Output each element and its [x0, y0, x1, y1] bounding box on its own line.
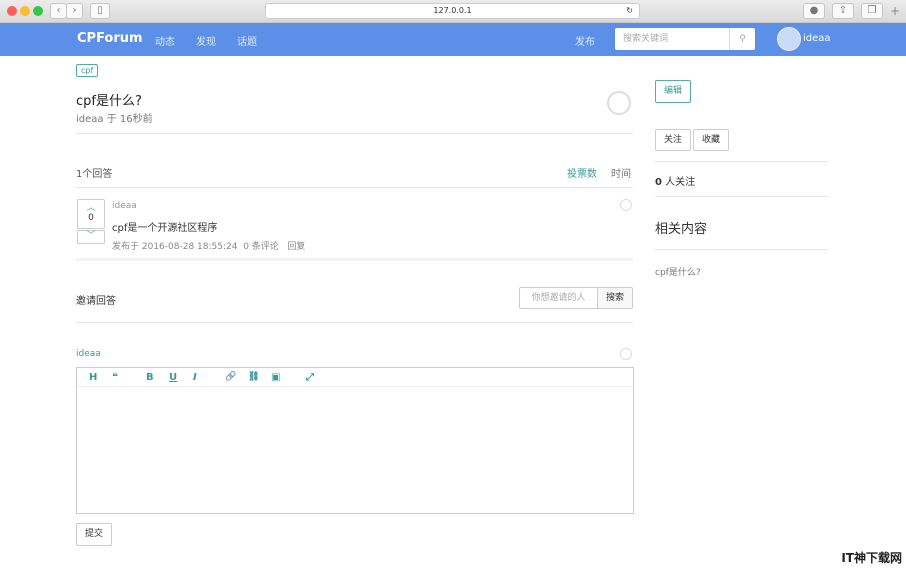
share-icon[interactable]: ⇪ [832, 3, 854, 19]
forward-button[interactable]: › [66, 3, 83, 19]
question-time: 于 16秒前 [106, 114, 153, 125]
follow-button[interactable]: 关注 [655, 129, 691, 151]
close-window-button[interactable] [7, 6, 17, 16]
search-input[interactable]: 搜索关键词 ⚲ [615, 28, 755, 50]
editor-avatar [620, 348, 632, 360]
sort-by-time[interactable]: 时间 [611, 165, 631, 180]
question-title: cpf是什么? [76, 94, 142, 109]
heading-icon[interactable]: H [89, 372, 97, 383]
new-tab-icon[interactable]: + [890, 4, 900, 18]
search-placeholder: 搜索关键词 [623, 34, 669, 44]
avatar[interactable] [777, 27, 801, 51]
answer-editor[interactable] [76, 367, 634, 514]
related-title: 相关内容 [655, 222, 708, 237]
nav-activity[interactable]: 动态 [155, 33, 175, 48]
answer-time: 发布于 2016-08-28 18:55:24 [112, 242, 238, 252]
edit-button[interactable]: 编辑 [655, 80, 691, 103]
sort-by-votes[interactable]: 投票数 [567, 165, 597, 180]
invite-search-button[interactable]: 搜索 [597, 287, 633, 309]
bold-icon[interactable]: B [146, 372, 154, 383]
comments-link[interactable]: 0 条评论 [243, 242, 279, 252]
sidebar-toggle-icon[interactable]: ▯ [90, 3, 110, 19]
browser-toolbar: ‹ › ▯ 127.0.0.1 ↻ ● ⇪ ❐ + [0, 0, 906, 23]
search-icon[interactable]: ⚲ [729, 28, 755, 50]
italic-icon[interactable]: I [193, 372, 197, 383]
brand-logo[interactable]: CPForum [77, 31, 143, 46]
publish-link[interactable]: 发布 [575, 33, 595, 48]
question-author[interactable]: ideaa [76, 114, 104, 125]
user-name[interactable]: ideaa [803, 33, 831, 44]
downvote-button[interactable]: ﹀ [77, 230, 105, 244]
quote-icon[interactable]: ❝ [112, 372, 118, 383]
minimize-window-button[interactable] [20, 6, 30, 16]
underline-icon[interactable]: U [169, 372, 177, 383]
fullscreen-icon[interactable]: ⤢ [306, 372, 314, 383]
question-tag[interactable]: cpf [76, 64, 99, 77]
followers-label: 人关注 [665, 177, 696, 188]
submit-button[interactable]: 提交 [76, 523, 112, 546]
reply-link[interactable]: 回复 [287, 242, 305, 252]
followers-count: 0 [655, 177, 662, 188]
url-text: 127.0.0.1 [433, 6, 472, 15]
vote-count: 0 [88, 213, 94, 223]
image-icon[interactable]: ▣ [271, 372, 280, 383]
answer-content: cpf是一个开源社区程序 [112, 223, 218, 234]
related-link[interactable]: cpf是什么? [655, 265, 701, 278]
answer-count: 1个回答 [76, 169, 113, 180]
watermark: IT神下载网 [841, 551, 902, 565]
unlink-icon[interactable]: ⛓ [248, 372, 259, 382]
answer-avatar [620, 199, 632, 211]
upvote-button[interactable]: ︿ 0 [77, 199, 105, 229]
download-icon[interactable]: ● [803, 3, 825, 19]
invite-label: 邀请回答 [76, 296, 116, 307]
maximize-window-button[interactable] [33, 6, 43, 16]
invite-input[interactable]: 你想邀请的人 [519, 287, 598, 309]
editor-user[interactable]: ideaa [76, 349, 101, 359]
reload-icon[interactable]: ↻ [626, 4, 633, 18]
collect-button[interactable]: 收藏 [693, 129, 729, 151]
nav-topics[interactable]: 话题 [237, 33, 257, 48]
tabs-icon[interactable]: ❐ [861, 3, 883, 19]
nav-discover[interactable]: 发现 [196, 33, 216, 48]
site-header: CPForum 动态 发现 话题 发布 搜索关键词 ⚲ ideaa [0, 23, 906, 56]
back-button[interactable]: ‹ [50, 3, 67, 19]
address-bar[interactable]: 127.0.0.1 ↻ [265, 3, 640, 19]
author-avatar [607, 91, 631, 115]
answer-author[interactable]: ideaa [112, 201, 137, 211]
link-icon[interactable]: 🔗 [225, 372, 236, 382]
